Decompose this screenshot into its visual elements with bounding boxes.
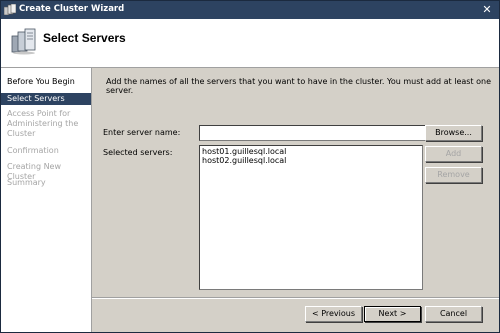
nav-item-confirmation: Confirmation (7, 146, 59, 155)
cluster-app-icon (4, 4, 16, 15)
list-item[interactable]: host02.guillesql.local (202, 156, 286, 165)
previous-button[interactable]: < Previous (305, 306, 362, 322)
selected-servers-label: Selected servers: (103, 148, 173, 157)
list-item[interactable]: host01.guillesql.local (202, 147, 286, 156)
server-name-label: Enter server name: (103, 128, 181, 137)
title-bar[interactable]: Create Cluster Wizard ✕ (1, 1, 499, 19)
next-button[interactable]: Next > (364, 306, 421, 322)
page-title: Select Servers (43, 31, 126, 45)
nav-item-summary: Summary (7, 178, 46, 187)
nav-item-select-servers[interactable]: Select Servers (1, 93, 91, 105)
nav-item-access-point: Access Point for Administering the Clust… (7, 109, 79, 138)
nav-item-before-you-begin[interactable]: Before You Begin (1, 77, 91, 87)
server-name-input[interactable] (199, 125, 427, 141)
instruction-text: Add the names of all the servers that yo… (106, 77, 491, 95)
wizard-header: Select Servers (1, 19, 499, 68)
cancel-button[interactable]: Cancel (425, 306, 482, 322)
browse-button[interactable]: Browse... (425, 125, 482, 141)
footer-divider (92, 297, 499, 299)
wizard-step-nav: Before You Begin Select Servers Access P… (1, 68, 92, 332)
wizard-content: Add the names of all the servers that yo… (92, 68, 499, 332)
selected-servers-list[interactable]: host01.guillesql.local host02.guillesql.… (199, 145, 423, 290)
remove-button[interactable]: Remove (425, 167, 482, 183)
close-icon[interactable]: ✕ (480, 3, 494, 16)
create-cluster-wizard-window: Create Cluster Wizard ✕ Select Servers B… (0, 0, 500, 333)
servers-icon (11, 28, 36, 55)
add-button[interactable]: Add (425, 146, 482, 162)
window-title: Create Cluster Wizard (19, 4, 125, 14)
